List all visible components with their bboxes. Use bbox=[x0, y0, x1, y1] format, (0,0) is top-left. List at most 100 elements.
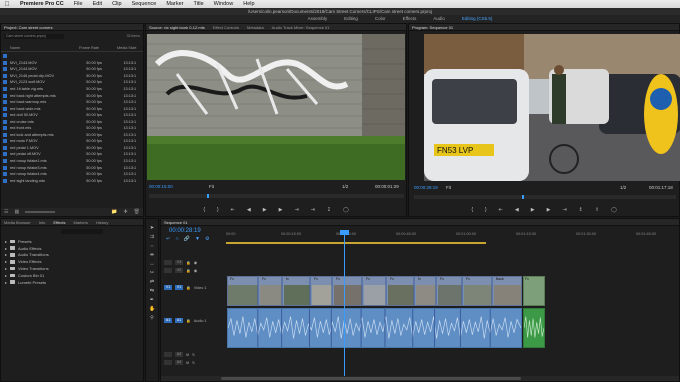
tab-history[interactable]: History bbox=[96, 219, 108, 225]
insert-icon[interactable]: ⇥ bbox=[311, 207, 315, 213]
timeline-settings-icon[interactable]: ⚙ bbox=[205, 236, 209, 242]
tree-item-presets[interactable]: ▸ Presets bbox=[5, 238, 49, 245]
step-back-icon[interactable]: ◀ bbox=[247, 207, 251, 213]
tab-program[interactable]: Program: Sequence 01 bbox=[412, 24, 453, 30]
step-back-icon[interactable]: ◀ bbox=[515, 207, 519, 213]
zoom-slider[interactable] bbox=[25, 211, 56, 213]
lock-icon[interactable]: 🔒 bbox=[186, 285, 191, 290]
extract-icon[interactable]: ⇧ bbox=[595, 207, 599, 213]
workspace-audio[interactable]: Audio bbox=[433, 15, 445, 23]
add-marker-icon[interactable]: ▼ bbox=[195, 236, 200, 242]
source-patch[interactable]: ​ bbox=[164, 260, 172, 265]
workspace-editing-cs55[interactable]: Editing (CS5.5) bbox=[462, 15, 493, 23]
source-timecode[interactable]: 00:00:15:00 bbox=[149, 184, 173, 189]
effects-search-input[interactable] bbox=[61, 229, 103, 234]
tab-audio-track-mixer[interactable]: Audio Track Mixer: Sequence 01 bbox=[272, 24, 330, 30]
play-icon[interactable]: ▶ bbox=[531, 207, 535, 213]
track-target-a2[interactable]: A2 bbox=[175, 352, 183, 357]
overwrite-icon[interactable]: ↧ bbox=[327, 207, 331, 213]
track-target-a3[interactable]: A3 bbox=[175, 360, 183, 365]
work-area-bar[interactable] bbox=[226, 242, 486, 244]
go-to-out-icon[interactable]: ⇥ bbox=[562, 207, 566, 213]
audio-clip-sequence[interactable] bbox=[227, 308, 522, 348]
menu-marker[interactable]: Marker bbox=[166, 1, 183, 7]
program-timecode[interactable]: 00:00:28:19 bbox=[414, 185, 438, 190]
source-patch[interactable]: ​ bbox=[164, 360, 172, 365]
solo-icon[interactable]: S bbox=[192, 353, 195, 357]
source-patch-v1[interactable]: V1 bbox=[164, 285, 172, 290]
slip-tool-icon[interactable]: ⇄ bbox=[149, 279, 155, 285]
source-playhead[interactable] bbox=[207, 194, 209, 198]
solo-icon[interactable]: S bbox=[192, 361, 195, 365]
timeline-timecode[interactable]: 00:00:28:19 bbox=[169, 228, 201, 234]
tab-media-browser[interactable]: Media Browser bbox=[4, 219, 31, 225]
icon-view-icon[interactable]: ▦ bbox=[14, 209, 19, 215]
menu-sequence[interactable]: Sequence bbox=[132, 1, 157, 7]
lock-icon[interactable]: 🔒 bbox=[186, 268, 191, 273]
zoom-tool-icon[interactable]: ⚲ bbox=[149, 315, 155, 321]
menu-title[interactable]: Title bbox=[193, 1, 203, 7]
slide-tool-icon[interactable]: ⇆ bbox=[149, 288, 155, 294]
tab-markers[interactable]: Markers bbox=[74, 219, 88, 225]
tree-item-audio-transitions[interactable]: ▸ Audio Transitions bbox=[5, 252, 49, 259]
audio-track-name[interactable]: Audio 1 bbox=[194, 319, 207, 323]
tree-item-lumetri-presets[interactable]: ▸ Lumetri Presets bbox=[5, 279, 49, 286]
play-icon[interactable]: ▶ bbox=[263, 207, 267, 213]
menu-file[interactable]: File bbox=[74, 1, 83, 7]
program-video-frame[interactable]: FN53 LVP bbox=[424, 34, 680, 181]
tree-item-video-effects[interactable]: ▸ Video Effects bbox=[5, 258, 49, 265]
column-media-start[interactable]: Media Start bbox=[117, 46, 137, 51]
source-patch[interactable]: ​ bbox=[164, 268, 172, 273]
workspace-color[interactable]: Color bbox=[375, 15, 386, 23]
export-frame-icon[interactable]: ◯ bbox=[343, 207, 349, 213]
program-timebar[interactable] bbox=[414, 195, 676, 199]
go-to-in-icon[interactable]: ⇤ bbox=[499, 207, 503, 213]
timeline-scrollbar[interactable] bbox=[161, 376, 679, 381]
track-target-v2[interactable]: V2 bbox=[175, 268, 183, 273]
lock-icon[interactable]: 🔒 bbox=[186, 318, 191, 323]
video-clip-sequence[interactable]: Fx Fx fx Fx Fx Fx Fx fx Fx Fx Back bbox=[227, 276, 522, 306]
pen-tool-icon[interactable]: ✒ bbox=[149, 297, 155, 303]
linked-selection-icon[interactable]: 🔗 bbox=[184, 236, 190, 242]
mute-icon[interactable]: M bbox=[186, 361, 189, 365]
mark-out-icon[interactable]: } bbox=[217, 207, 219, 213]
program-zoom-select[interactable]: 1/2 bbox=[620, 185, 626, 190]
new-bin-icon[interactable]: 📁 bbox=[111, 209, 117, 215]
trash-icon[interactable]: 🗑 bbox=[134, 209, 140, 215]
eye-icon[interactable]: ◉ bbox=[194, 260, 197, 265]
program-fit-select[interactable]: Fit bbox=[446, 185, 451, 190]
tab-effect-controls[interactable]: Effect Controls bbox=[213, 24, 239, 30]
tab-effects[interactable]: Effects bbox=[53, 219, 65, 225]
source-fit-select[interactable]: Fit bbox=[209, 184, 214, 189]
track-select-tool-icon[interactable]: ⇉ bbox=[149, 234, 155, 240]
eye-icon[interactable]: ◉ bbox=[194, 268, 197, 273]
playhead-line[interactable] bbox=[344, 231, 345, 381]
tab-project[interactable]: Project: Cam street corners bbox=[4, 24, 53, 30]
mark-in-icon[interactable]: { bbox=[471, 207, 473, 213]
tab-metadata[interactable]: Metadata bbox=[247, 24, 264, 30]
app-menu[interactable]: Premiere Pro CC bbox=[20, 1, 64, 7]
video-track-name[interactable]: Video 1 bbox=[194, 286, 207, 290]
export-frame-icon[interactable]: ◯ bbox=[611, 207, 617, 213]
source-timebar[interactable] bbox=[149, 194, 404, 198]
track-target-v3[interactable]: V3 bbox=[175, 260, 183, 265]
insert-nest-icon[interactable]: ↵ bbox=[166, 236, 170, 242]
new-item-icon[interactable]: ✚ bbox=[123, 209, 127, 215]
tab-source[interactable]: Source: vic sight.bonk 0-12.mts bbox=[149, 24, 205, 30]
tree-item-custom-bin[interactable]: ▸ Custom Bin 01 bbox=[5, 272, 49, 279]
time-ruler[interactable]: 00:00 00:00:15:00 00:00:30:00 00:00:45:0… bbox=[226, 231, 676, 241]
ripple-edit-tool-icon[interactable]: ⇔ bbox=[149, 243, 155, 249]
program-playhead[interactable] bbox=[522, 195, 524, 199]
rolling-edit-tool-icon[interactable]: ⇼ bbox=[149, 252, 155, 258]
lift-icon[interactable]: ↥ bbox=[579, 207, 583, 213]
scrollbar-thumb[interactable] bbox=[221, 377, 521, 380]
menu-edit[interactable]: Edit bbox=[93, 1, 102, 7]
workspace-assembly[interactable]: Assembly bbox=[308, 15, 328, 23]
tab-info[interactable]: Info bbox=[39, 219, 46, 225]
column-name[interactable]: Name bbox=[1, 46, 79, 51]
rate-stretch-tool-icon[interactable]: ↔ bbox=[149, 261, 155, 267]
step-forward-icon[interactable]: ▶ bbox=[279, 207, 283, 213]
tree-item-audio-effects[interactable]: ▸ Audio Effects bbox=[5, 245, 49, 252]
step-forward-icon[interactable]: ▶ bbox=[547, 207, 551, 213]
source-zoom-select[interactable]: 1/2 bbox=[342, 184, 348, 189]
